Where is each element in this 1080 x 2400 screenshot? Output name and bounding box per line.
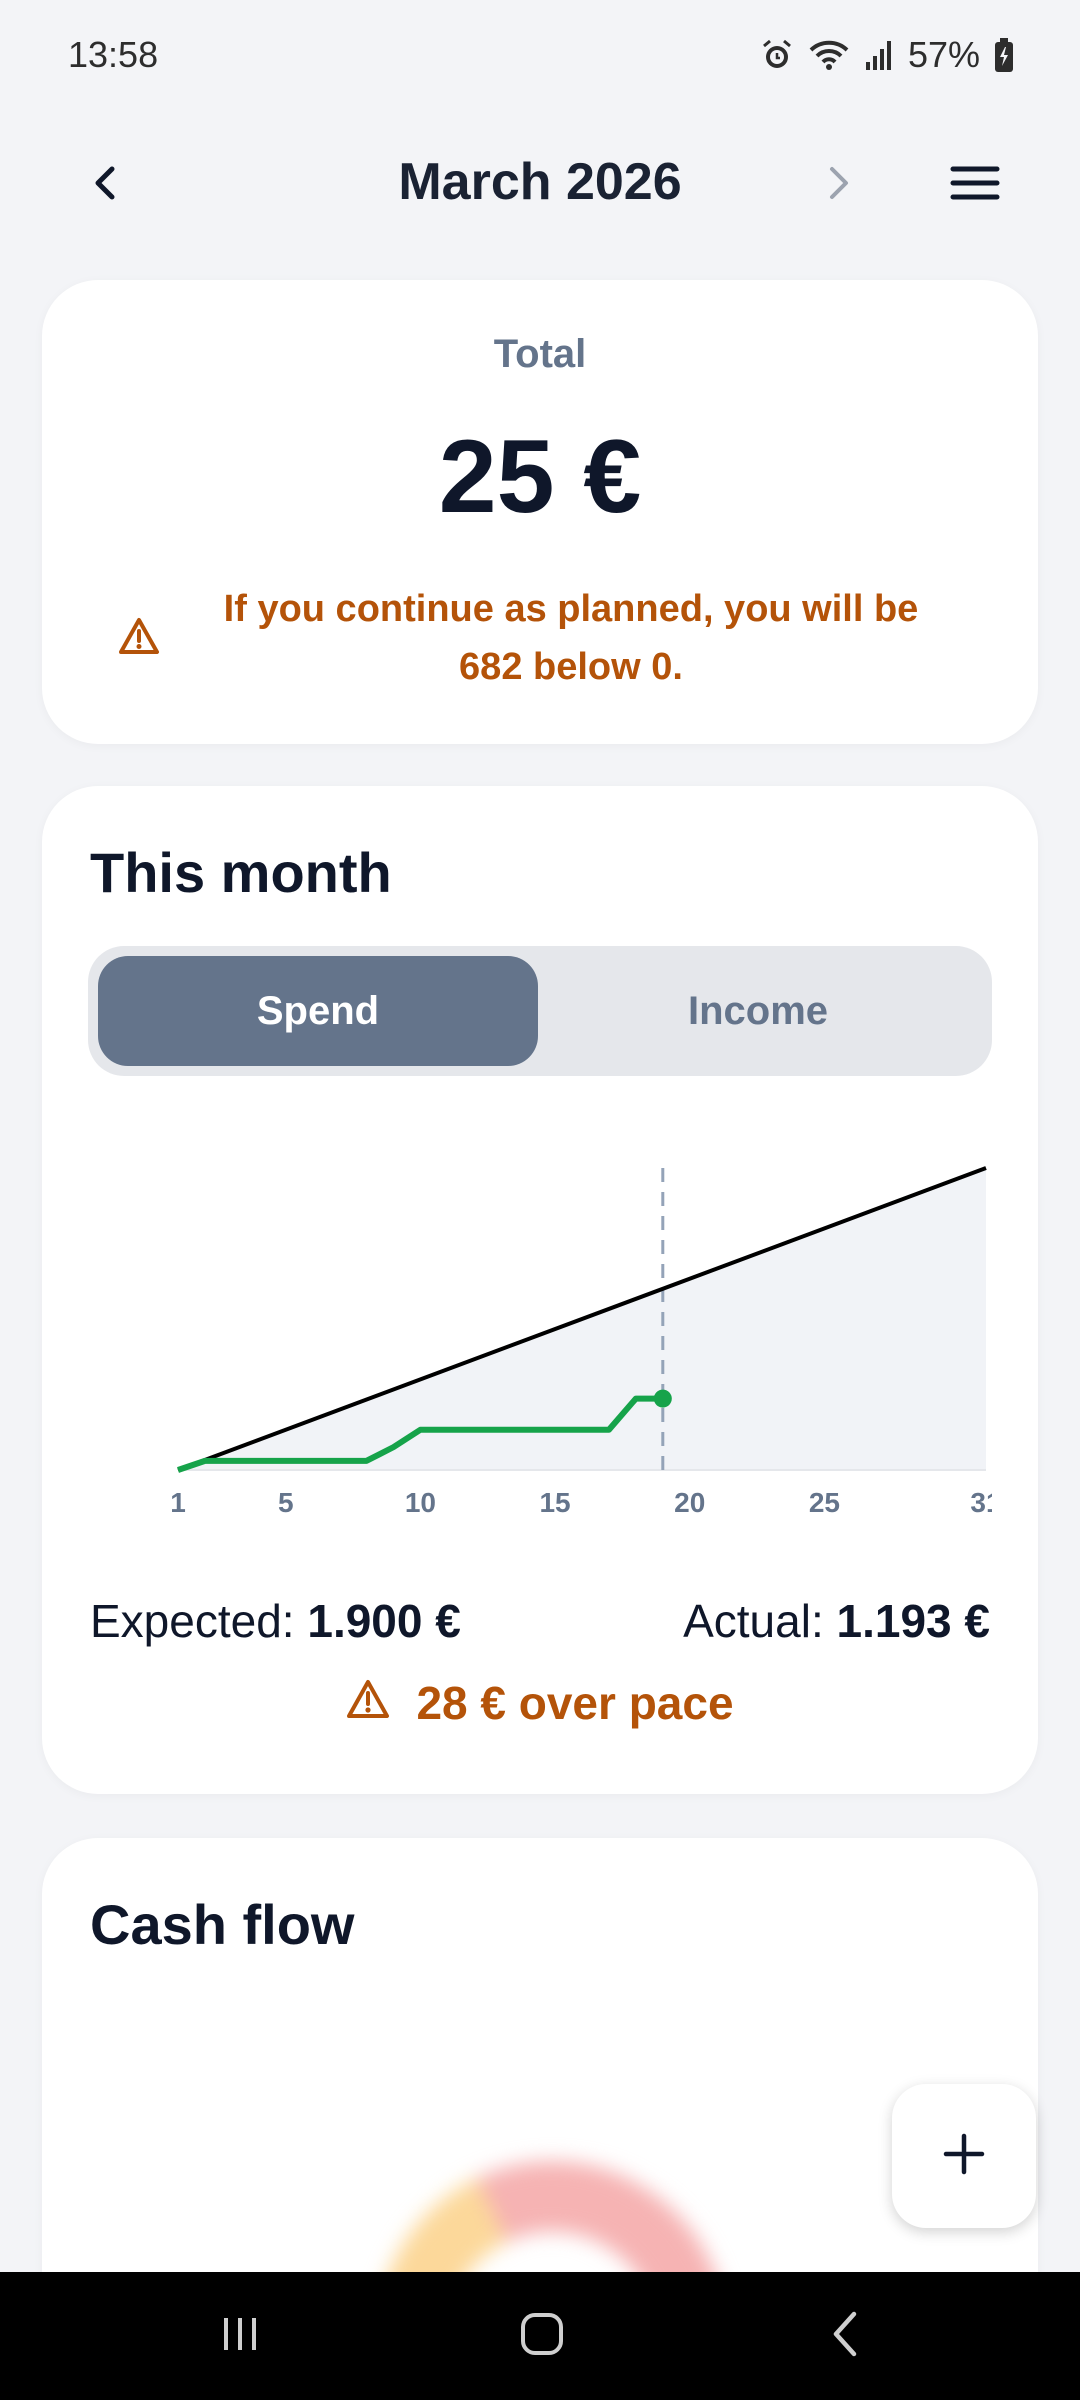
- total-amount: 25 €: [438, 419, 642, 535]
- cash-flow-title: Cash flow: [90, 1893, 355, 1956]
- back-button[interactable]: [806, 2306, 886, 2366]
- menu-button[interactable]: [940, 150, 1010, 220]
- alarm-icon: [760, 38, 794, 72]
- expected-value: 1.900 €: [307, 1595, 461, 1647]
- signal-icon: [864, 38, 894, 72]
- x-tick-label: 1: [170, 1487, 186, 1518]
- system-nav-bar: [0, 2272, 1080, 2400]
- expected-label: Expected:: [90, 1595, 295, 1647]
- warning-line-2: 682 below 0.: [459, 646, 683, 688]
- total-card: Total 25 € If you continue as planned, y…: [42, 280, 1038, 744]
- tab-income[interactable]: Income: [538, 956, 978, 1066]
- home-icon: [518, 2310, 566, 2363]
- expected-stat: Expected: 1.900 €: [90, 1594, 461, 1648]
- chevron-right-icon: [824, 163, 854, 208]
- forecast-warning: If you continue as planned, you will be …: [118, 580, 962, 696]
- status-bar: 13:58 57%: [0, 0, 1080, 110]
- status-time: 13:58: [68, 34, 159, 75]
- add-transaction-button[interactable]: [892, 2084, 1036, 2228]
- battery-percent: 57%: [907, 34, 980, 75]
- actual-label: Actual:: [683, 1595, 824, 1647]
- tab-spend[interactable]: Spend: [98, 956, 538, 1066]
- recents-icon: [218, 2312, 262, 2361]
- x-tick-label: 31: [970, 1487, 992, 1518]
- month-title: March 2026: [398, 153, 682, 211]
- actual-stat: Actual: 1.193 €: [683, 1594, 990, 1648]
- month-header: March 2026: [0, 130, 1080, 240]
- status-icons: 57%: [760, 34, 1014, 76]
- spend-income-toggle: Spend Income: [88, 946, 992, 1076]
- x-tick-label: 20: [674, 1487, 705, 1518]
- pace-text: 28 € over pace: [416, 1677, 734, 1729]
- actual-value: 1.193 €: [836, 1595, 990, 1647]
- x-tick-label: 25: [809, 1487, 840, 1518]
- x-tick-label: 15: [539, 1487, 570, 1518]
- this-month-card: This month Spend Income 151015202531 Exp…: [42, 786, 1038, 1794]
- x-tick-label: 5: [278, 1487, 294, 1518]
- pace-warning: 28 € over pace: [42, 1676, 1038, 1730]
- next-month-button[interactable]: [804, 150, 874, 220]
- home-button[interactable]: [502, 2306, 582, 2366]
- recents-button[interactable]: [200, 2306, 280, 2366]
- plus-icon: [942, 2132, 986, 2181]
- wifi-icon: [808, 38, 850, 72]
- total-label: Total: [493, 332, 587, 376]
- back-icon: [826, 2310, 866, 2363]
- spend-pace-chart: 151015202531: [170, 1166, 992, 1518]
- this-month-title: This month: [90, 841, 392, 904]
- warning-icon: [118, 617, 160, 660]
- actual-current-point: [653, 1389, 672, 1408]
- menu-icon: [950, 163, 1000, 208]
- warning-text: If you continue as planned, you will be …: [160, 580, 962, 696]
- x-tick-label: 10: [405, 1487, 436, 1518]
- expected-actual-row: Expected: 1.900 € Actual: 1.193 €: [90, 1594, 990, 1648]
- warning-icon: [346, 1676, 390, 1730]
- warning-line-1: If you continue as planned, you will be: [223, 588, 919, 630]
- battery-charging-icon: [994, 37, 1014, 73]
